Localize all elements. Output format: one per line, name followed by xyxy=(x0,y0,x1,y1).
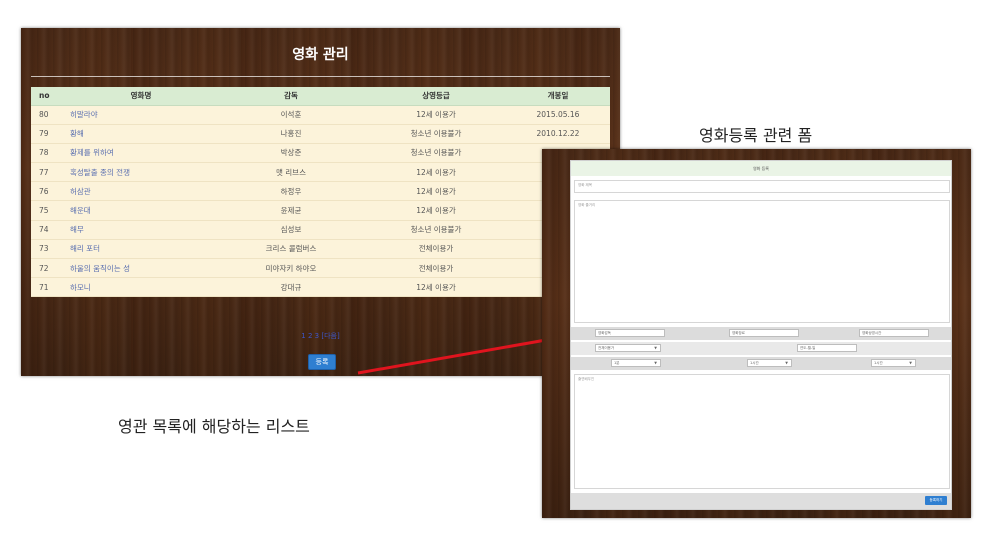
cell-director: 미야자키 하야오 xyxy=(216,258,366,279)
column-header-no: no xyxy=(31,87,66,106)
cell-rating: 청소년 이용불가 xyxy=(366,220,506,240)
cell-title[interactable]: 히말라야 xyxy=(66,105,216,125)
cell-rating: 청소년 이용불가 xyxy=(366,143,506,164)
cell-no: 79 xyxy=(31,124,66,144)
cell-title[interactable]: 해운대 xyxy=(66,200,216,221)
cell-director: 심성보 xyxy=(216,220,366,240)
table-row[interactable]: 77혹성탈출 종의 전쟁맷 리브스12세 이용가2 xyxy=(31,162,610,183)
form-row-1: 영화감독 영화장르 영화상영시간 xyxy=(571,327,951,340)
cell-no: 75 xyxy=(31,200,66,221)
form-row-3: 1분 ▼ 1시간 ▼ 1시간 ▼ xyxy=(571,357,951,370)
register-button[interactable]: 등록 xyxy=(308,354,336,370)
cell-rating: 12세 이용가 xyxy=(366,105,506,125)
submit-button[interactable]: 등록하기 xyxy=(925,496,947,505)
movie-synopsis-textarea[interactable]: 영화 줄거리 xyxy=(574,200,950,323)
runtime-input[interactable]: 영화상영시간 xyxy=(859,329,929,337)
column-header-director: 감독 xyxy=(216,87,366,106)
form-row-2: 전체이용가 ▼ 연도-월-일 xyxy=(571,342,951,355)
cell-rating: 청소년 이용불가 xyxy=(366,124,506,144)
column-header-date: 개봉일 xyxy=(506,87,610,106)
cell-date: 2015.05.16 xyxy=(506,105,610,125)
release-date-input[interactable]: 연도-월-일 xyxy=(797,344,857,352)
chevron-down-icon: ▼ xyxy=(785,361,788,365)
cell-no: 76 xyxy=(31,181,66,202)
movie-form-screenshot: 영화 등록 영화 제목 영화 줄거리 영화감독 영화장르 영화상영시간 전체이용… xyxy=(542,149,971,518)
table-row[interactable]: 79 황해 나홍진 청소년 이용불가 2010.12.22 xyxy=(31,124,610,144)
cell-no: 72 xyxy=(31,258,66,279)
cell-rating: 12세 이용가 xyxy=(366,200,506,221)
director-input[interactable]: 영화감독 xyxy=(595,329,665,337)
select-a-value: 1분 xyxy=(614,361,620,365)
cell-director: 맷 리브스 xyxy=(216,162,366,183)
cell-director: 박상준 xyxy=(216,143,366,164)
cell-no: 80 xyxy=(31,105,66,125)
cell-rating: 12세 이용가 xyxy=(366,277,506,298)
rating-select[interactable]: 전체이용가 ▼ xyxy=(595,344,661,352)
cast-textarea[interactable]: 출연배우진 xyxy=(574,374,950,489)
table-row[interactable]: 73해리 포터크리스 콜럼버스전체이용가2 xyxy=(31,239,610,260)
cell-no: 71 xyxy=(31,277,66,298)
cell-director: 나홍진 xyxy=(216,124,366,144)
movie-list-screenshot: 영화 관리 no 영화명 감독 상영등급 개봉일 80 히말라야 이석훈 12세 이용… xyxy=(21,28,620,376)
form-footer: 등록하기 xyxy=(571,493,951,509)
chevron-down-icon: ▼ xyxy=(654,346,657,350)
cell-director: 강대규 xyxy=(216,277,366,298)
cell-title[interactable]: 황제를 위하여 xyxy=(66,143,216,164)
cell-no: 78 xyxy=(31,143,66,164)
list-page-title: 영화 관리 xyxy=(292,47,349,63)
cell-title[interactable]: 황해 xyxy=(66,124,216,144)
select-c[interactable]: 1시간 ▼ xyxy=(871,359,916,367)
table-row[interactable]: 71하모니강대규12세 이용가2 xyxy=(31,277,610,298)
column-header-title: 영화명 xyxy=(66,87,216,106)
cell-title[interactable]: 해리 포터 xyxy=(66,239,216,260)
table-row[interactable]: 76허삼관하정우12세 이용가2 xyxy=(31,181,610,202)
movie-register-form: 영화 등록 영화 제목 영화 줄거리 영화감독 영화장르 영화상영시간 전체이용… xyxy=(570,160,952,510)
red-arrow-icon xyxy=(357,334,559,375)
movie-table: no 영화명 감독 상영등급 개봉일 80 히말라야 이석훈 12세 이용가 2015.… xyxy=(31,87,610,298)
form-title: 영화 등록 xyxy=(571,161,951,176)
select-a[interactable]: 1분 ▼ xyxy=(611,359,661,367)
table-row[interactable]: 72하울의 움직이는 성미야자키 하야오전체이용가2 xyxy=(31,258,610,279)
cell-director: 하정우 xyxy=(216,181,366,202)
table-header-row: no 영화명 감독 상영등급 개봉일 xyxy=(31,87,610,106)
cell-rating: 전체이용가 xyxy=(366,258,506,279)
chevron-down-icon: ▼ xyxy=(654,361,657,365)
chevron-down-icon: ▼ xyxy=(909,361,912,365)
cell-title[interactable]: 하울의 움직이는 성 xyxy=(66,258,216,279)
table-row[interactable]: 74해무심성보청소년 이용불가2 xyxy=(31,220,610,240)
cell-rating: 12세 이용가 xyxy=(366,162,506,183)
cell-rating: 12세 이용가 xyxy=(366,181,506,202)
list-caption: 영관 목록에 해당하는 리스트 xyxy=(118,417,310,436)
select-b-value: 1시간 xyxy=(750,361,759,365)
cell-no: 74 xyxy=(31,220,66,240)
cell-title[interactable]: 혹성탈출 종의 전쟁 xyxy=(66,162,216,183)
column-header-rating: 상영등급 xyxy=(366,87,506,106)
select-b[interactable]: 1시간 ▼ xyxy=(747,359,792,367)
cell-no: 73 xyxy=(31,239,66,260)
table-row[interactable]: 75해운대윤제균12세 이용가2 xyxy=(31,200,610,221)
cell-title[interactable]: 해무 xyxy=(66,220,216,240)
cell-director: 윤제균 xyxy=(216,200,366,221)
select-c-value: 1시간 xyxy=(874,361,883,365)
cell-title[interactable]: 하모니 xyxy=(66,277,216,298)
movie-title-input[interactable]: 영화 제목 xyxy=(574,180,950,193)
cell-date: 2010.12.22 xyxy=(506,124,610,144)
table-row[interactable]: 80 히말라야 이석훈 12세 이용가 2015.05.16 xyxy=(31,105,610,125)
form-caption: 영화등록 관련 폼 xyxy=(699,126,813,145)
genre-input[interactable]: 영화장르 xyxy=(729,329,799,337)
title-divider xyxy=(31,76,610,77)
table-body: 80 히말라야 이석훈 12세 이용가 2015.05.16 79 황해 나홍진 청소년 이용불… xyxy=(31,105,610,298)
cell-rating: 전체이용가 xyxy=(366,239,506,260)
table-row[interactable]: 78황제를 위하여박상준청소년 이용불가2 xyxy=(31,143,610,164)
cell-director: 이석훈 xyxy=(216,105,366,125)
cell-no: 77 xyxy=(31,162,66,183)
rating-select-value: 전체이용가 xyxy=(598,346,615,350)
cell-title[interactable]: 허삼관 xyxy=(66,181,216,202)
cell-director: 크리스 콜럼버스 xyxy=(216,239,366,260)
